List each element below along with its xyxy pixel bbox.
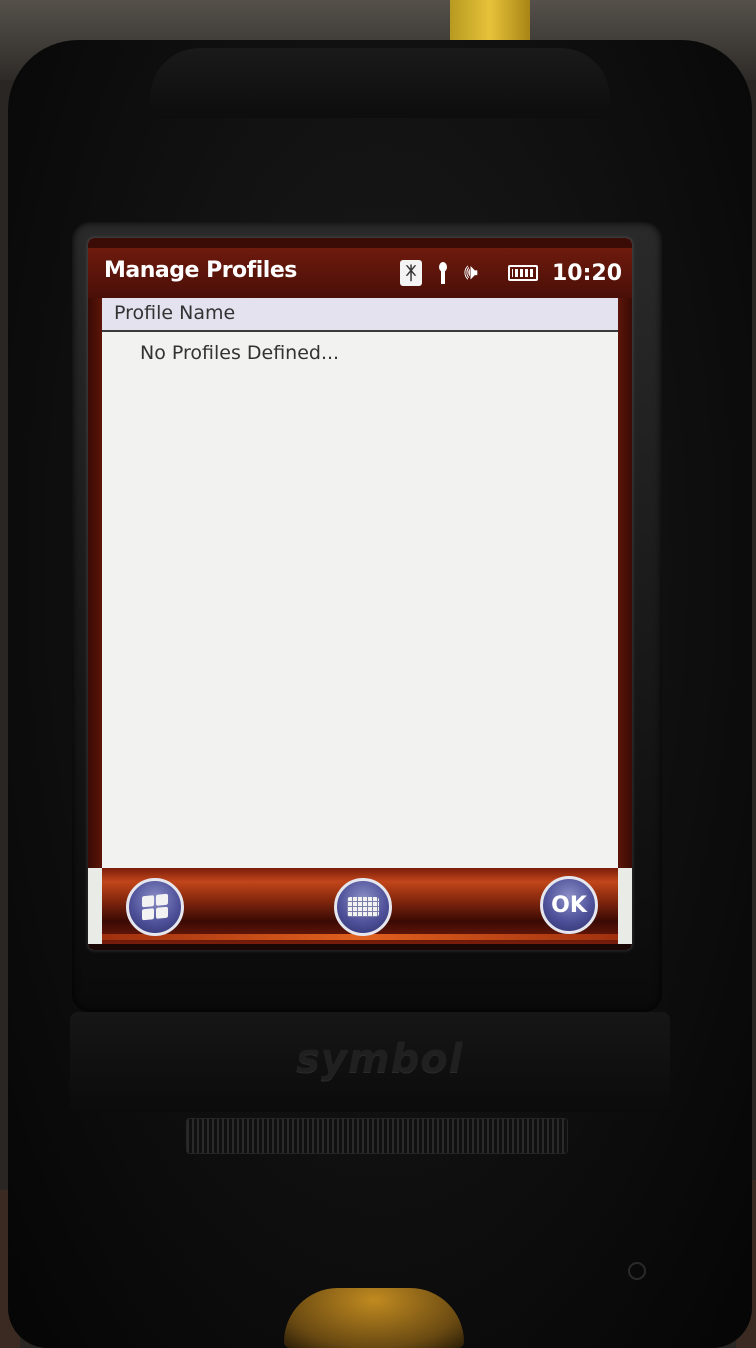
page-title: Manage Profiles: [104, 258, 297, 283]
empty-list-message: No Profiles Defined...: [140, 342, 340, 364]
title-bar: Manage Profiles ᛡ 🕪 10:20: [88, 248, 632, 298]
softkey-bar: OK: [102, 868, 618, 944]
device-top-lip: [150, 48, 610, 118]
list-frame-right: [618, 298, 632, 868]
column-header-profile-name[interactable]: Profile Name: [102, 298, 618, 332]
device-speaker-grille: [186, 1118, 568, 1154]
device-screen: Manage Profiles ᛡ 🕪 10:20 Profile Name N…: [88, 238, 632, 950]
bluetooth-icon[interactable]: ᛡ: [399, 260, 422, 286]
battery-icon[interactable]: [507, 265, 538, 281]
clock[interactable]: 10:20: [552, 261, 622, 286]
list-frame-left: [88, 298, 102, 868]
keyboard-button[interactable]: [334, 878, 392, 936]
volume-icon[interactable]: 🕪: [464, 260, 494, 286]
device-brand-logo: symbol: [296, 1036, 464, 1082]
profile-list[interactable]: No Profiles Defined...: [102, 332, 618, 868]
screen-bottom-edge: [88, 944, 632, 950]
signal-icon[interactable]: [436, 260, 450, 286]
keyboard-icon: [347, 897, 379, 917]
power-icon: [628, 1262, 646, 1280]
status-area[interactable]: ᛡ 🕪 10:20: [399, 256, 622, 290]
ok-button[interactable]: OK: [540, 876, 598, 934]
ok-button-label: OK: [551, 892, 587, 918]
screen-top-edge: [88, 238, 632, 248]
start-button[interactable]: [126, 878, 184, 936]
scan-trigger-button[interactable]: [284, 1288, 464, 1348]
windows-start-icon: [142, 893, 168, 921]
column-header-label: Profile Name: [114, 302, 236, 324]
